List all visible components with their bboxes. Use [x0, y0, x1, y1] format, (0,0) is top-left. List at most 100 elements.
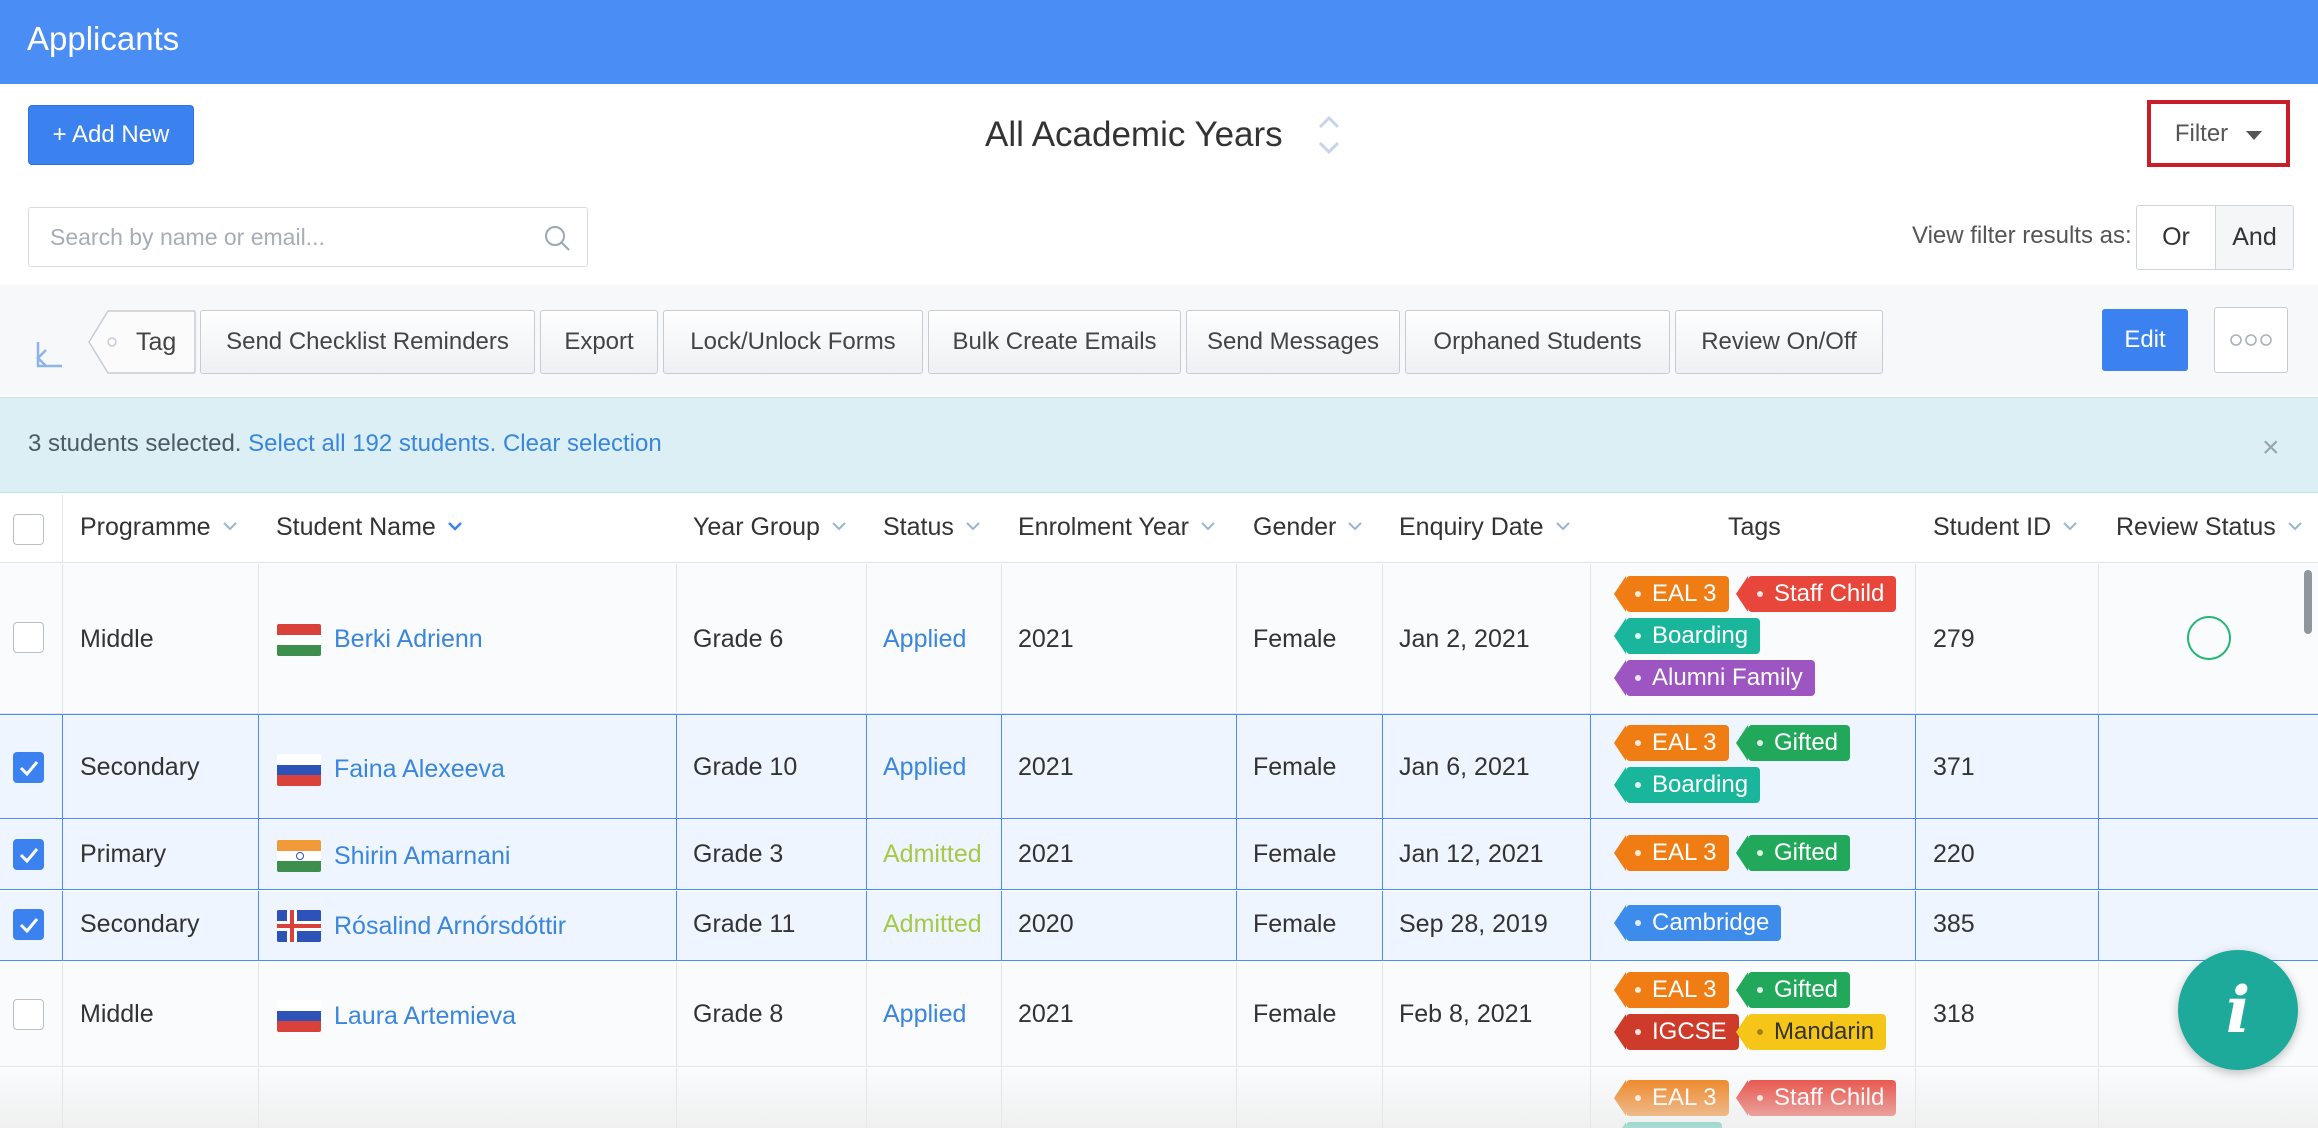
table-row[interactable]: Primary Shirin Amarnani Grade 3 Admitted…	[0, 820, 2318, 890]
send-checklist-reminders-button[interactable]: Send Checklist Reminders	[200, 310, 535, 374]
table-row[interactable]: Secondary Faina Alexeeva Grade 10 Applie…	[0, 714, 2318, 820]
search-input[interactable]	[29, 208, 529, 266]
edit-button[interactable]: Edit	[2102, 309, 2188, 371]
selection-count: 3 students selected.	[28, 430, 242, 457]
student-name-link[interactable]: Shirin Amarnani	[334, 842, 510, 871]
row-checkbox[interactable]	[13, 909, 44, 940]
select-all-link[interactable]: Select all 192 students.	[248, 430, 496, 457]
table-row[interactable]: Middle Berki Adrienn Grade 6 Applied 202…	[0, 564, 2318, 714]
ellipsis-icon	[2230, 334, 2272, 346]
row-checkbox[interactable]	[13, 622, 44, 653]
chevron-down-icon	[1555, 521, 1570, 530]
gender-cell: Female	[1253, 840, 1337, 868]
row-checkbox[interactable]	[13, 999, 44, 1030]
lock-unlock-forms-button[interactable]: Lock/Unlock Forms	[663, 310, 923, 374]
tag-badge[interactable]: Staff Child	[1735, 1080, 1897, 1116]
search-box	[28, 207, 588, 267]
applicants-table: Programme Student Name Year Group Status…	[0, 495, 2318, 1128]
enquiry-date-cell: Feb 8, 2021	[1399, 1000, 1533, 1028]
tag-badge[interactable]: Gifted	[1735, 725, 1851, 761]
iceland-flag-icon	[277, 910, 321, 942]
enquiry-date-cell: Sep 28, 2019	[1399, 910, 1548, 938]
chevron-down-icon	[2063, 521, 2077, 530]
send-messages-button[interactable]: Send Messages	[1186, 310, 1400, 374]
gender-cell: Female	[1253, 753, 1337, 781]
programme-cell: Middle	[80, 1000, 154, 1028]
enrolment-year-cell: 2021	[1018, 1000, 1074, 1028]
search-icon[interactable]	[543, 224, 571, 252]
clear-selection-link[interactable]: Clear selection	[503, 430, 662, 457]
app-header: Applicants	[0, 0, 2318, 84]
column-header-enquiry-date[interactable]: Enquiry Date	[1399, 513, 1570, 542]
table-row[interactable]: Middle Laura Artemieva Grade 8 Applied 2…	[0, 962, 2318, 1067]
programme-cell: Middle	[80, 625, 154, 653]
export-button[interactable]: Export	[540, 310, 658, 374]
bulk-create-emails-button[interactable]: Bulk Create Emails	[928, 310, 1181, 374]
bulk-actions-toolbar: Tag Send Checklist Reminders Export Lock…	[0, 285, 2318, 395]
chevron-down-icon	[1201, 521, 1215, 530]
orphaned-students-button[interactable]: Orphaned Students	[1405, 310, 1670, 374]
tag-badge[interactable]: Gifted	[1735, 972, 1851, 1008]
review-on-off-button[interactable]: Review On/Off	[1675, 310, 1883, 374]
row-checkbox[interactable]	[13, 839, 44, 870]
filter-logic-toggle: Or And	[2136, 205, 2294, 270]
tag-badge[interactable]: EAL 3	[1614, 725, 1729, 761]
academic-year-selector[interactable]: All Academic Years	[985, 110, 1342, 160]
table-row[interactable]: Secondary Rósalind Arnórsdóttir Grade 11…	[0, 891, 2318, 961]
close-icon[interactable]: ×	[2262, 431, 2280, 465]
tag-button[interactable]: Tag	[88, 310, 196, 374]
tag-badge[interactable]: Staff Child	[1735, 576, 1897, 612]
student-name-link[interactable]: Laura Artemieva	[334, 1002, 516, 1031]
tag-badge[interactable]: EAL 3	[1614, 576, 1729, 612]
more-options-button[interactable]	[2214, 307, 2288, 373]
chevron-down-icon	[222, 521, 237, 530]
add-new-button[interactable]: + Add New	[28, 105, 194, 165]
year-group-cell: Grade 10	[693, 753, 798, 781]
chevron-down-icon	[2288, 521, 2302, 530]
info-icon: i	[2225, 972, 2251, 1048]
india-flag-icon	[277, 840, 321, 872]
tag-badge[interactable]: EAL 3	[1614, 835, 1729, 871]
tag-badge[interactable]: Mandarin	[1735, 1014, 1887, 1050]
vertical-scrollbar[interactable]	[2304, 570, 2312, 634]
column-header-programme[interactable]: Programme	[80, 513, 237, 542]
tag-badge[interactable]: Cambridge	[1613, 905, 1782, 941]
chevron-down-icon	[966, 521, 980, 530]
column-header-student-id[interactable]: Student ID	[1933, 513, 2077, 542]
student-name-link[interactable]: Faina Alexeeva	[334, 755, 505, 784]
select-all-checkbox[interactable]	[13, 514, 44, 545]
enrolment-year-cell: 2020	[1018, 910, 1074, 938]
tag-badge[interactable]	[1614, 1122, 1722, 1128]
year-group-cell: Grade 11	[693, 910, 796, 938]
and-option[interactable]: And	[2215, 206, 2293, 269]
column-header-gender[interactable]: Gender	[1253, 513, 1363, 542]
russia-flag-icon	[277, 754, 321, 786]
review-status-circle-icon[interactable]	[2187, 616, 2231, 660]
gender-cell: Female	[1253, 1000, 1337, 1028]
column-header-enrolment-year[interactable]: Enrolment Year	[1018, 513, 1215, 542]
row-checkbox[interactable]	[13, 752, 44, 783]
student-name-link[interactable]: Berki Adrienn	[334, 625, 483, 654]
table-row[interactable]: EAL 3 Staff Child	[0, 1068, 2318, 1128]
caret-down-icon	[2246, 130, 2263, 140]
enquiry-date-cell: Jan 12, 2021	[1399, 840, 1544, 868]
student-id-cell: 279	[1933, 625, 1975, 653]
or-option[interactable]: Or	[2137, 206, 2215, 269]
column-header-student-name[interactable]: Student Name	[276, 513, 462, 542]
status-cell: Admitted	[883, 840, 982, 868]
enrolment-year-cell: 2021	[1018, 753, 1074, 781]
column-header-status[interactable]: Status	[883, 513, 980, 542]
filter-dropdown[interactable]: Filter	[2147, 100, 2290, 167]
tag-badge[interactable]: Boarding	[1613, 618, 1761, 654]
tag-badge[interactable]: Alumni Family	[1614, 660, 1815, 696]
column-header-review-status[interactable]: Review Status	[2116, 513, 2302, 542]
tag-badge[interactable]: EAL 3	[1614, 972, 1729, 1008]
filter-label: Filter	[2174, 119, 2229, 147]
tag-badge[interactable]: IGCSE	[1614, 1014, 1739, 1050]
tag-badge[interactable]: Gifted	[1735, 835, 1851, 871]
tag-badge[interactable]: Boarding	[1613, 767, 1761, 803]
student-name-link[interactable]: Rósalind Arnórsdóttir	[334, 912, 566, 941]
tag-badge[interactable]: EAL 3	[1614, 1080, 1729, 1116]
column-header-year-group[interactable]: Year Group	[693, 513, 846, 542]
info-fab-button[interactable]: i	[2178, 950, 2298, 1070]
